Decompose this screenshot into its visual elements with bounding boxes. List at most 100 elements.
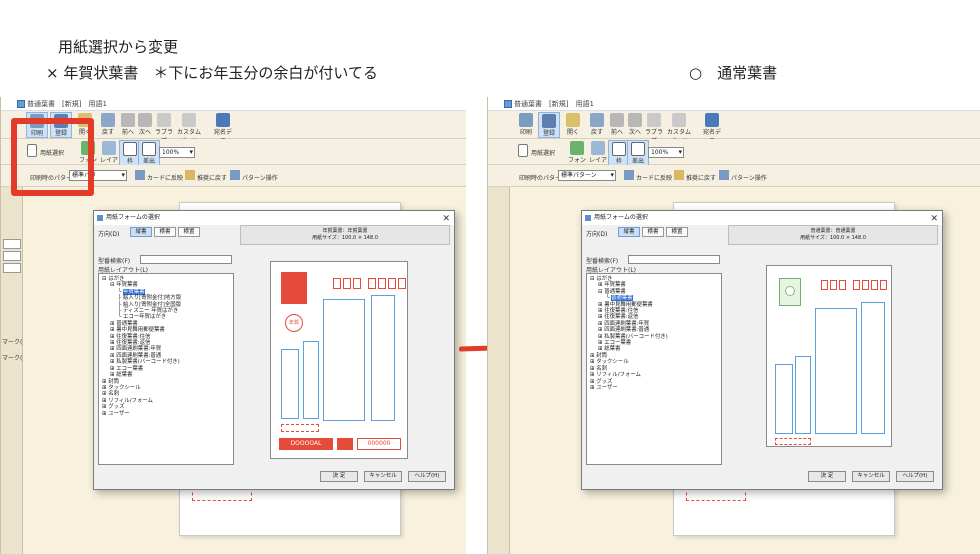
new-year-mark: 年賀 <box>285 314 303 332</box>
highlight-frame <box>11 118 94 196</box>
parts-icon <box>182 113 196 127</box>
close-icon[interactable]: ✕ <box>442 212 450 226</box>
reset-icon <box>185 170 195 180</box>
lovelove-button[interactable]: ラブラブ <box>643 112 665 145</box>
sender-button[interactable]: 差出 <box>138 140 160 166</box>
card-apply-icon <box>624 170 634 180</box>
sender-field <box>775 364 793 434</box>
pattern-select[interactable]: 標準パターン <box>558 170 616 181</box>
paper-info-name: 年賀葉書：年賀葉書 <box>322 228 368 234</box>
search-input[interactable] <box>140 255 232 264</box>
direction-landscape[interactable]: 横置 <box>178 227 200 237</box>
paper-info-name: 普通葉書：普通葉書 <box>810 228 856 234</box>
side-field[interactable] <box>3 251 21 261</box>
tree-item[interactable]: ⊞ ユーザー <box>590 385 718 391</box>
address-deco-button[interactable]: 宛名デコ <box>701 112 723 145</box>
custom-parts-button[interactable]: カスタムパーツ <box>665 112 693 145</box>
postal-code-boxes <box>333 278 406 289</box>
side-field[interactable] <box>3 239 21 249</box>
paper-icon <box>518 144 528 157</box>
direction-landscape[interactable]: 横置 <box>666 227 688 237</box>
help-button[interactable]: ヘルプ(H) <box>896 471 934 482</box>
paper-layout-tree[interactable]: ⊟ はがき ⊞ 年賀葉書 ⊟ 普通葉書 └ 普通葉書 ⊞ 暑中見舞用郵便葉書 ⊞… <box>586 273 722 465</box>
side-label: マーク( <box>2 339 23 346</box>
paper-form-dialog: 用紙フォームの選択 ✕ 方向(D) 縦書 横書 横置 年賀葉書：年賀葉書 用紙サ… <box>93 210 455 490</box>
paper-info-size: 用紙サイズ：100.0 × 148.0 <box>800 235 866 241</box>
paper-layout-tree[interactable]: ⊟ はがき ⊟ 年賀葉書 └ 年賀葉書 ├ 絵入り[寄附金付]地方版 ├ 絵入り… <box>98 273 234 465</box>
undo-icon <box>101 113 115 127</box>
direction-horizontal[interactable]: 横書 <box>642 227 664 237</box>
zoom-select[interactable]: 100% <box>648 147 684 158</box>
postal-code-boxes <box>821 280 887 290</box>
layout-button[interactable]: レイアウト <box>587 140 609 173</box>
ok-button[interactable]: 決 定 <box>320 471 358 482</box>
search-label: 型番検索(F) <box>98 258 131 265</box>
folder-icon <box>566 113 580 127</box>
cancel-button[interactable]: キャンセル <box>852 471 890 482</box>
ok-button[interactable]: 決 定 <box>808 471 846 482</box>
card-apply-button[interactable]: カードに反映 <box>147 173 183 182</box>
pattern-op-button[interactable]: パターン操作 <box>731 173 767 182</box>
sender-icon <box>631 142 645 156</box>
sender-field <box>795 356 811 434</box>
new-year-stamp-icon <box>281 272 307 304</box>
custom-parts-button[interactable]: カスタムパーツ <box>175 112 203 145</box>
font-button[interactable]: フォント <box>566 140 588 173</box>
reset-button[interactable]: 推奨に戻す <box>686 173 716 182</box>
side-label: マーク( <box>2 355 23 362</box>
search-input[interactable] <box>628 255 720 264</box>
window-title: 普通葉書 [新規] 用語1 <box>27 100 107 108</box>
left-sidebar: マーク( マーク( <box>1 187 23 554</box>
direction-horizontal[interactable]: 横書 <box>154 227 176 237</box>
search-label: 型番検索(F) <box>586 258 619 265</box>
sender-button[interactable]: 差出 <box>627 140 649 166</box>
caption-left-note: × 年賀状葉書 ＊下にお年玉分の余白が付いてる <box>46 64 378 82</box>
sub-toolbar: 用紙選択 フォント レイアウト 枠 差出 100% <box>488 139 980 173</box>
deco-icon <box>216 113 230 127</box>
direction-vertical[interactable]: 縦書 <box>130 227 152 237</box>
sender-field <box>281 349 299 419</box>
tree-item[interactable]: ⊞ ユーザー <box>102 411 230 417</box>
lottery-logo-icon <box>337 438 353 450</box>
print-button[interactable]: 印刷 <box>515 112 537 138</box>
address-deco-button[interactable]: 宛名デコ <box>212 112 234 145</box>
main-toolbar: 印刷 登録 開く 戻す 前へ 次へ ラブラブ カスタムパーツ 宛名デコ <box>488 111 980 145</box>
dialog-titlebar: 用紙フォームの選択 ✕ <box>582 211 942 225</box>
direction-group: 方向(D) 縦書 横書 横置 <box>98 227 218 239</box>
window-title: 普通葉書 [新規] 用語1 <box>514 100 594 108</box>
heart-icon <box>157 113 171 127</box>
deco-icon <box>705 113 719 127</box>
undo-button[interactable]: 戻す <box>586 112 608 138</box>
open-button[interactable]: 開く <box>562 112 584 138</box>
arrow-right-icon <box>138 113 152 127</box>
window-titlebar: 普通葉書 [新規] 用語1 <box>488 97 980 111</box>
app-icon <box>504 100 512 108</box>
side-field[interactable] <box>3 263 21 273</box>
direction-label: 方向(D) <box>586 231 608 238</box>
help-button[interactable]: ヘルプ(H) <box>408 471 446 482</box>
printer-icon <box>519 113 533 127</box>
layout-button[interactable]: レイアウト <box>98 140 120 173</box>
cancel-button[interactable]: キャンセル <box>364 471 402 482</box>
lovelove-button[interactable]: ラブラブ <box>153 112 175 145</box>
address-field <box>371 295 395 421</box>
card-apply-button[interactable]: カードに反映 <box>636 173 672 182</box>
stamp-icon <box>779 278 801 306</box>
save-button[interactable]: 登録 <box>538 112 560 138</box>
dialog-title: 用紙フォームの選択 <box>594 214 648 221</box>
arrow-left-icon <box>121 113 135 127</box>
close-icon[interactable]: ✕ <box>930 212 938 226</box>
zoom-select[interactable]: 100% <box>159 147 195 158</box>
paper-info-box: 年賀葉書：年賀葉書 用紙サイズ：100.0 × 148.0 <box>240 225 450 245</box>
parts-icon <box>672 113 686 127</box>
undo-button[interactable]: 戻す <box>97 112 119 138</box>
direction-label: 方向(D) <box>98 231 120 238</box>
direction-vertical[interactable]: 縦書 <box>618 227 640 237</box>
dialog-icon <box>97 215 103 221</box>
pattern-op-icon <box>230 170 240 180</box>
app-icon <box>17 100 25 108</box>
paper-select-button[interactable]: 用紙選択 <box>516 143 558 161</box>
pattern-op-button[interactable]: パターン操作 <box>242 173 278 182</box>
reset-button[interactable]: 推奨に戻す <box>197 173 227 182</box>
pattern-op-icon <box>719 170 729 180</box>
